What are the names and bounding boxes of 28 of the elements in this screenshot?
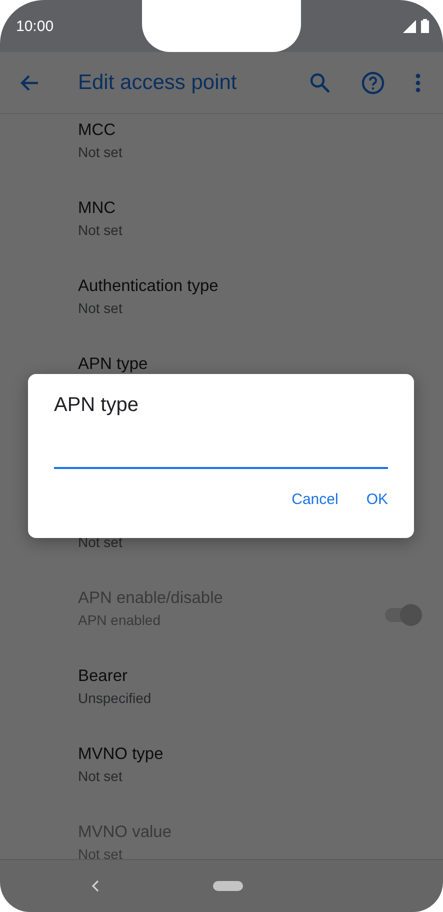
setting-row[interactable]: MVNO type Not set: [0, 738, 443, 816]
setting-summary: Not set: [78, 221, 124, 240]
back-icon[interactable]: [91, 880, 99, 892]
setting-summary: Not set: [78, 143, 124, 162]
setting-title: MNC: [78, 198, 117, 219]
setting-row[interactable]: MNC Not set: [0, 192, 443, 270]
home-pill[interactable]: [213, 881, 243, 891]
dialog-button[interactable]: OK: [354, 483, 400, 516]
setting-title: Authentication type: [78, 276, 220, 297]
screen-title: Edit access point: [78, 70, 238, 94]
setting-row[interactable]: Authentication type Not set: [0, 270, 443, 348]
setting-title: Bearer: [78, 666, 129, 687]
setting-summary: Unspecified: [78, 689, 152, 708]
setting-row[interactable]: MCC Not set: [0, 114, 443, 192]
dialog-title: APN type: [54, 394, 140, 417]
back-arrow-icon[interactable]: [20, 72, 40, 92]
setting-summary: Not set: [78, 767, 124, 786]
setting-summary: Not set: [78, 299, 124, 318]
setting-row[interactable]: Bearer Unspecified: [0, 660, 443, 738]
setting-title: MCC: [78, 120, 117, 141]
help-icon[interactable]: [361, 70, 385, 94]
search-icon[interactable]: [309, 72, 331, 94]
dialog-button[interactable]: Cancel: [280, 483, 350, 516]
signal-icon: [403, 20, 416, 32]
more-options-icon[interactable]: [415, 72, 421, 92]
setting-title: MVNO type: [78, 744, 164, 765]
battery-icon: [421, 19, 429, 33]
status-time: 10:00: [16, 18, 54, 34]
